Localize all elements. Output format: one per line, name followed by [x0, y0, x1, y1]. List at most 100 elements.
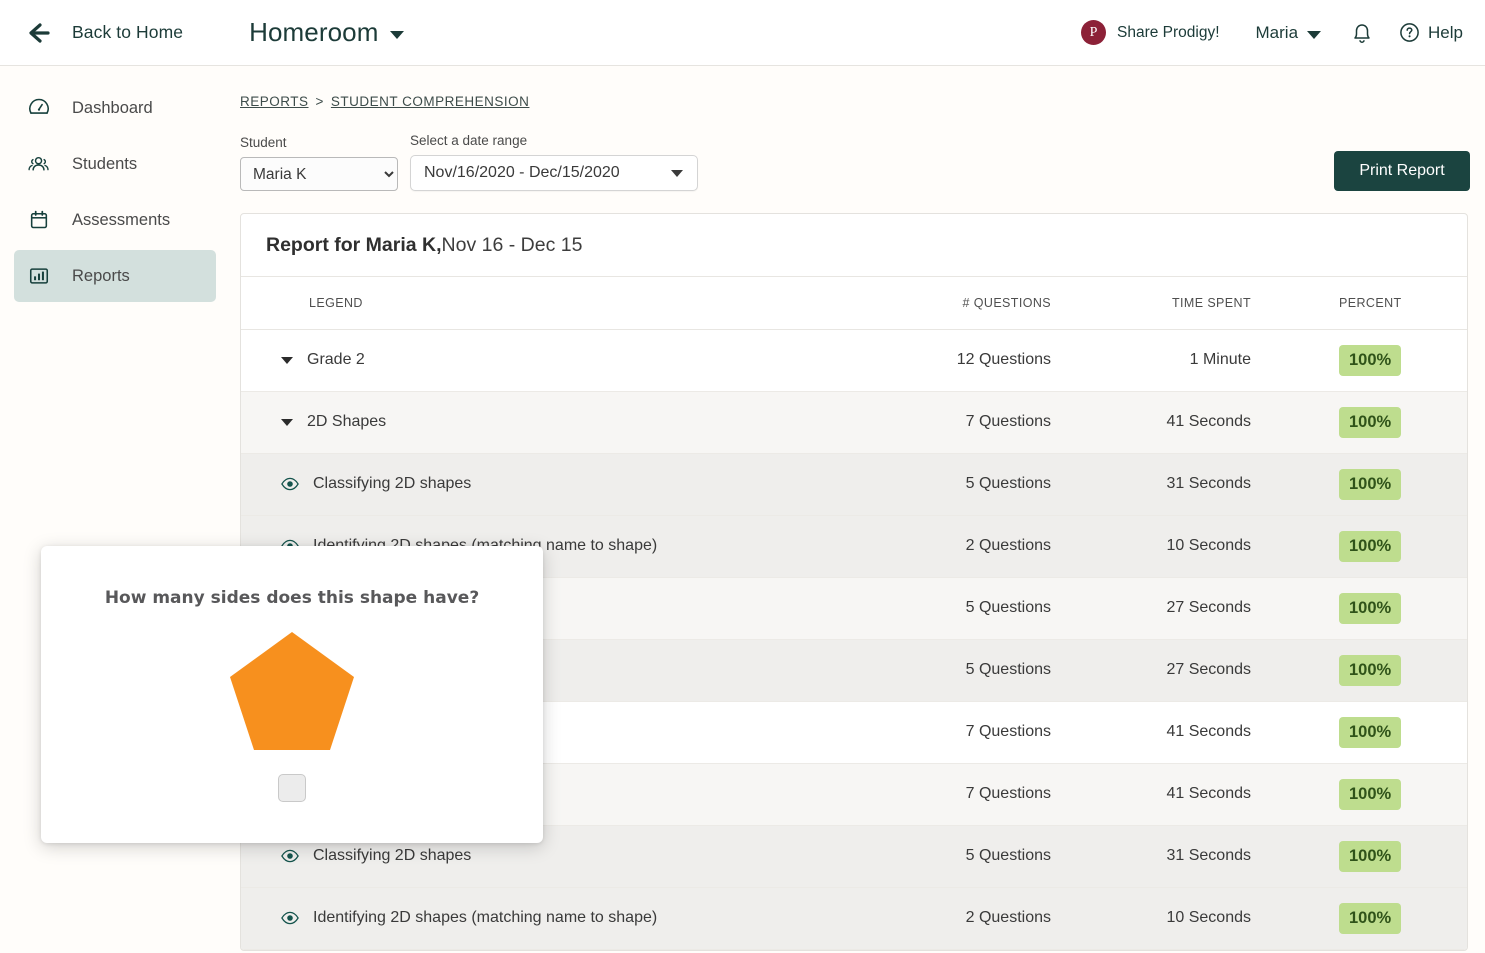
table-cell-questions: 5 Questions — [871, 639, 1051, 701]
date-range-picker[interactable]: Nov/16/2020 - Dec/15/2020 — [410, 155, 698, 191]
eye-icon[interactable] — [281, 911, 299, 925]
question-circle-icon — [1399, 22, 1420, 43]
top-bar: Back to Home Homeroom P Share Prodigy! M… — [0, 0, 1485, 66]
table-row[interactable]: Grade 2 12 Questions1 Minute 100% — [241, 329, 1468, 391]
row-expand-toggle-icon[interactable] — [281, 419, 293, 426]
back-to-home-button[interactable]: Back to Home — [28, 21, 183, 45]
bar-chart-icon — [28, 265, 50, 287]
filters-bar: Student Maria K Select a date range Nov/… — [240, 133, 1470, 191]
table-cell-percent: 100% — [1281, 887, 1468, 949]
column-header-questions: # QUESTIONS — [871, 277, 1051, 329]
preview-answer-input[interactable] — [278, 774, 306, 802]
sidebar-item-reports[interactable]: Reports — [14, 250, 216, 302]
sidebar-item-label: Dashboard — [72, 99, 153, 118]
table-cell-legend-label: Classifying 2D shapes — [313, 847, 471, 865]
table-cell-time-spent: 41 Seconds — [1051, 391, 1281, 453]
date-range-value: Nov/16/2020 - Dec/15/2020 — [424, 164, 620, 182]
sidebar-item-label: Students — [72, 155, 137, 174]
table-cell-legend-label: Grade 2 — [307, 351, 365, 369]
report-title-bold: Report for Maria K, — [266, 234, 442, 257]
chevron-down-icon — [390, 31, 404, 39]
percent-badge: 100% — [1339, 469, 1401, 500]
sidebar-item-label: Assessments — [72, 211, 170, 230]
question-preview-popup: How many sides does this shape have? — [41, 546, 543, 843]
percent-badge: 100% — [1339, 779, 1401, 810]
table-cell-time-spent: 41 Seconds — [1051, 701, 1281, 763]
page-scrollbar[interactable] — [1474, 66, 1485, 953]
preview-shape-wrap — [41, 630, 543, 752]
table-cell-legend: Classifying 2D shapes — [241, 453, 871, 515]
top-bar-right: P Share Prodigy! Maria Help — [1081, 20, 1463, 45]
table-cell-time-spent: 27 Seconds — [1051, 639, 1281, 701]
pentagon-shape-icon — [228, 630, 356, 752]
back-to-home-label: Back to Home — [72, 22, 183, 43]
table-cell-legend: Grade 2 — [241, 329, 871, 391]
percent-badge: 100% — [1339, 345, 1401, 376]
arrow-left-icon — [28, 21, 58, 45]
table-row[interactable]: Classifying 2D shapes 5 Questions31 Secon… — [241, 453, 1468, 515]
percent-badge: 100% — [1339, 593, 1401, 624]
row-expand-toggle-icon[interactable] — [281, 357, 293, 364]
percent-badge: 100% — [1339, 531, 1401, 562]
table-cell-legend-label: Classifying 2D shapes — [313, 475, 471, 493]
bell-icon — [1351, 21, 1373, 45]
percent-badge: 100% — [1339, 717, 1401, 748]
table-row[interactable]: 2D Shapes 7 Questions41 Seconds 100% — [241, 391, 1468, 453]
percent-badge: 100% — [1339, 903, 1401, 934]
table-cell-legend: 2D Shapes — [241, 391, 871, 453]
table-cell-percent: 100% — [1281, 515, 1468, 577]
percent-badge: 100% — [1339, 841, 1401, 872]
notifications-button[interactable] — [1351, 21, 1373, 45]
table-cell-legend-label: Identifying 2D shapes (matching name to … — [313, 909, 657, 927]
people-icon — [28, 153, 50, 175]
table-cell-legend: Identifying 2D shapes (matching name to … — [241, 887, 871, 949]
table-cell-questions: 2 Questions — [871, 515, 1051, 577]
homeroom-dropdown[interactable]: Homeroom — [249, 17, 403, 48]
eye-icon[interactable] — [281, 849, 299, 863]
table-cell-time-spent: 31 Seconds — [1051, 825, 1281, 887]
eye-icon[interactable] — [281, 477, 299, 491]
table-header-row: LEGEND # QUESTIONS TIME SPENT PERCENT — [241, 277, 1468, 329]
help-label: Help — [1428, 23, 1463, 43]
table-cell-time-spent: 31 Seconds — [1051, 453, 1281, 515]
date-range-field-label: Select a date range — [410, 133, 698, 148]
table-cell-percent: 100% — [1281, 825, 1468, 887]
date-range-field: Select a date range Nov/16/2020 - Dec/15… — [410, 133, 698, 191]
table-cell-legend-label: 2D Shapes — [307, 413, 386, 431]
breadcrumb: REPORTS > STUDENT COMPREHENSION — [240, 94, 1470, 109]
print-report-button[interactable]: Print Report — [1334, 151, 1470, 191]
share-prodigy-button[interactable]: P Share Prodigy! — [1081, 20, 1220, 45]
share-prodigy-label: Share Prodigy! — [1117, 24, 1220, 42]
table-cell-time-spent: 10 Seconds — [1051, 515, 1281, 577]
table-cell-percent: 100% — [1281, 701, 1468, 763]
sidebar-item-students[interactable]: Students — [14, 138, 216, 190]
breadcrumb-separator: > — [316, 94, 324, 109]
report-title: Report for Maria K, Nov 16 - Dec 15 — [241, 214, 1467, 277]
table-cell-percent: 100% — [1281, 329, 1468, 391]
table-cell-questions: 5 Questions — [871, 577, 1051, 639]
sidebar-item-label: Reports — [72, 267, 130, 286]
table-cell-questions: 7 Questions — [871, 391, 1051, 453]
table-row[interactable]: Identifying 2D shapes (matching name to … — [241, 887, 1468, 949]
help-button[interactable]: Help — [1399, 22, 1463, 43]
percent-badge: 100% — [1339, 407, 1401, 438]
table-cell-questions: 5 Questions — [871, 453, 1051, 515]
sidebar-item-assessments[interactable]: Assessments — [14, 194, 216, 246]
user-menu[interactable]: Maria — [1256, 23, 1322, 43]
table-head: LEGEND # QUESTIONS TIME SPENT PERCENT — [241, 277, 1468, 329]
table-cell-percent: 100% — [1281, 639, 1468, 701]
table-cell-time-spent: 1 Minute — [1051, 329, 1281, 391]
chevron-down-icon — [1307, 31, 1321, 39]
table-cell-time-spent: 41 Seconds — [1051, 763, 1281, 825]
speedometer-icon — [28, 97, 50, 119]
table-cell-percent: 100% — [1281, 763, 1468, 825]
student-select[interactable]: Maria K — [240, 157, 398, 191]
preview-question-text: How many sides does this shape have? — [41, 588, 543, 608]
table-cell-questions: 12 Questions — [871, 329, 1051, 391]
user-name-label: Maria — [1256, 23, 1299, 43]
breadcrumb-reports-link[interactable]: REPORTS — [240, 94, 309, 109]
breadcrumb-current[interactable]: STUDENT COMPREHENSION — [331, 94, 530, 109]
sidebar-item-dashboard[interactable]: Dashboard — [14, 82, 216, 134]
chevron-down-icon — [671, 170, 683, 177]
column-header-time-spent: TIME SPENT — [1051, 277, 1281, 329]
